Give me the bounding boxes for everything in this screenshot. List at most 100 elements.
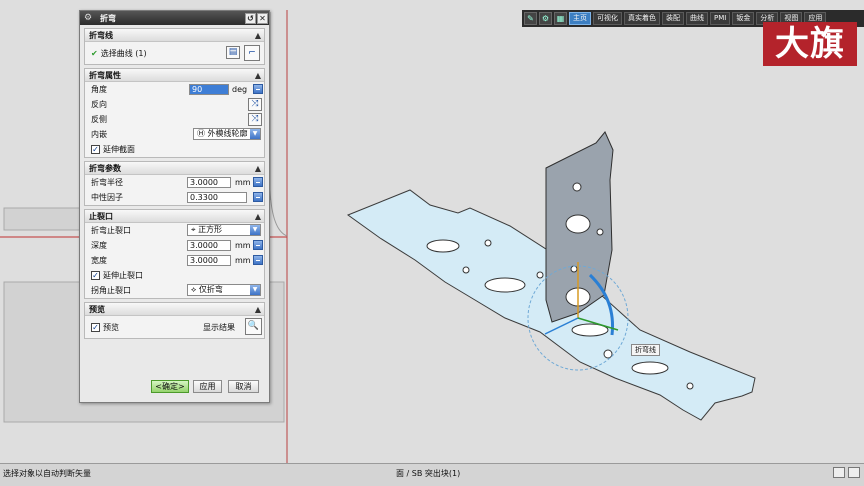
extend-relief-row[interactable]: ✓ 延伸止裂口 (85, 268, 264, 283)
angle-row: 角度 90 deg (85, 82, 264, 97)
group-title: 折弯线 (89, 30, 113, 40)
tab-true-shading[interactable]: 真实着色 (624, 12, 660, 25)
gear-icon[interactable]: ⚙ (539, 12, 552, 25)
magnifier-icon[interactable]: 🔍 (245, 318, 262, 335)
reset-button[interactable]: ↺ (245, 12, 256, 24)
inset-label: 内嵌 (91, 130, 107, 139)
chevron-up-icon[interactable]: ▲ (252, 71, 264, 80)
vflange-hole-1 (572, 182, 582, 192)
reverse-side-label: 反侧 (91, 115, 107, 124)
relief-shape-icon: ⌖ (191, 225, 199, 234)
depth-input[interactable]: 3.0000 (187, 240, 231, 251)
tab-home[interactable]: 主页 (569, 12, 591, 25)
chevron-up-icon[interactable]: ▲ (252, 31, 264, 40)
round-hole-5 (686, 382, 694, 390)
group-header[interactable]: 预览 ▲ (85, 303, 264, 316)
chevron-up-icon[interactable]: ▲ (252, 164, 264, 173)
group-title: 预览 (89, 304, 105, 314)
group-header[interactable]: 折弯线 ▲ (85, 29, 264, 42)
slot-hole-1 (426, 239, 460, 253)
status-selection: 面 / SB 突出块(1) (396, 469, 461, 478)
vflange-hole-3 (570, 265, 578, 273)
mold-line-icon: Ⓗ (197, 129, 208, 138)
chevron-up-icon[interactable]: ▲ (252, 212, 264, 221)
curve-select-icon[interactable]: ⌐ (244, 45, 260, 61)
corner-relief-label: 拐角止裂口 (91, 286, 131, 295)
chevron-down-icon: ▼ (250, 225, 260, 235)
tool-icon[interactable]: ✎ (524, 12, 537, 25)
chevron-down-icon: ▼ (250, 285, 260, 295)
check-icon: ✔ (91, 48, 98, 58)
bend-line-tag: 折弯线 (631, 344, 660, 356)
radius-row: 折弯半径 3.0000 mm (85, 175, 264, 190)
nx-window: 折弯线 ✎ ⚙ ▦ 主页 可视化 真实着色 装配 曲线 PMI 钣金 分析 视图… (0, 0, 864, 486)
depth-menu-button[interactable] (253, 240, 263, 250)
dialog-button-bar: <确定> 应用 取消 (80, 380, 269, 394)
reverse-side-row: 反侧 ⤨ (85, 112, 264, 127)
select-curve-label: 选择曲线 (1) (100, 48, 147, 58)
corner-relief-icon: ⟡ (191, 285, 199, 294)
tab-pmi[interactable]: PMI (710, 12, 731, 25)
radius-label: 折弯半径 (91, 178, 123, 187)
neutral-factor-input[interactable]: 0.3300 (187, 192, 247, 203)
cancel-button[interactable]: 取消 (228, 380, 259, 393)
depth-label: 深度 (91, 241, 107, 250)
bg-curve (269, 189, 288, 237)
select-curve-row[interactable]: ✔ 选择曲线 (1) ▤ ⌐ (85, 42, 264, 64)
bend-relief-dropdown[interactable]: ⌖ 正方形 ▼ (187, 224, 261, 236)
settings-icon[interactable]: ⚙ (82, 12, 94, 24)
tab-assembly[interactable]: 装配 (662, 12, 684, 25)
corner-relief-dropdown[interactable]: ⟡ 仅折弯 ▼ (187, 284, 261, 296)
corner-relief-value: 仅折弯 (198, 285, 223, 294)
neutral-factor-menu-button[interactable] (253, 192, 263, 202)
tab-curve[interactable]: 曲线 (686, 12, 708, 25)
sketch-section-icon[interactable]: ▤ (226, 46, 240, 59)
grid-icon[interactable]: ▦ (554, 12, 567, 25)
group-title: 折弯属性 (89, 70, 121, 80)
reverse-direction-icon[interactable]: ⤨ (248, 98, 262, 111)
status-icons (830, 467, 860, 478)
corner-relief-row: 拐角止裂口 ⟡ 仅折弯 ▼ (85, 283, 264, 298)
width-input[interactable]: 3.0000 (187, 255, 231, 266)
chevron-down-icon: ▼ (250, 129, 260, 139)
reverse-side-icon[interactable]: ⤨ (248, 113, 262, 126)
group-preview: 预览 ▲ ✓ 预览 显示结果 🔍 (84, 302, 265, 339)
status-prompt: 选择对象以自动判断矢量 (3, 469, 91, 478)
group-header[interactable]: 折弯参数 ▲ (85, 162, 264, 175)
neutral-factor-row: 中性因子 0.3300 (85, 190, 264, 205)
extend-section-checkbox[interactable]: ✓ (91, 145, 100, 154)
radius-input[interactable]: 3.0000 (187, 177, 231, 188)
bg-panel-top (3, 207, 81, 231)
bend-relief-label: 折弯止裂口 (91, 226, 131, 235)
layout-icon[interactable] (848, 467, 860, 478)
tab-sheet-metal[interactable]: 钣金 (732, 12, 755, 25)
status-bar: 选择对象以自动判断矢量 面 / SB 突出块(1) (0, 463, 864, 486)
group-header[interactable]: 折弯属性 ▲ (85, 69, 264, 82)
dialog-titlebar[interactable]: ⚙ 折弯 ↺ ✕ (80, 11, 269, 25)
round-hole-1 (484, 239, 492, 247)
tab-visualize[interactable]: 可视化 (593, 12, 622, 25)
group-bend-line: 折弯线 ▲ ✔ 选择曲线 (1) ▤ ⌐ (84, 28, 265, 65)
group-header[interactable]: 止裂口 ▲ (85, 210, 264, 223)
extend-section-row[interactable]: ✓ 延伸截面 (85, 142, 264, 157)
chevron-up-icon[interactable]: ▲ (252, 305, 264, 314)
width-row: 宽度 3.0000 mm (85, 253, 264, 268)
vflange-hole-2 (596, 228, 604, 236)
extend-relief-checkbox[interactable]: ✓ (91, 271, 100, 280)
width-label: 宽度 (91, 256, 107, 265)
reverse-label: 反向 (91, 100, 107, 109)
angle-label: 角度 (91, 85, 107, 94)
apply-button[interactable]: 应用 (193, 380, 222, 393)
preview-checkbox[interactable]: ✓ (91, 322, 100, 332)
radius-menu-button[interactable] (253, 177, 263, 187)
round-hole-3 (536, 271, 544, 279)
angle-input[interactable]: 90 (189, 84, 229, 95)
radius-unit: mm (235, 178, 251, 187)
angle-menu-button[interactable] (253, 84, 263, 94)
window-icon[interactable] (833, 467, 845, 478)
close-button[interactable]: ✕ (257, 12, 268, 24)
width-menu-button[interactable] (253, 255, 263, 265)
depth-row: 深度 3.0000 mm (85, 238, 264, 253)
ok-button[interactable]: <确定> (151, 380, 189, 393)
inset-dropdown[interactable]: Ⓗ 外模线轮廓 ▼ (193, 128, 261, 140)
